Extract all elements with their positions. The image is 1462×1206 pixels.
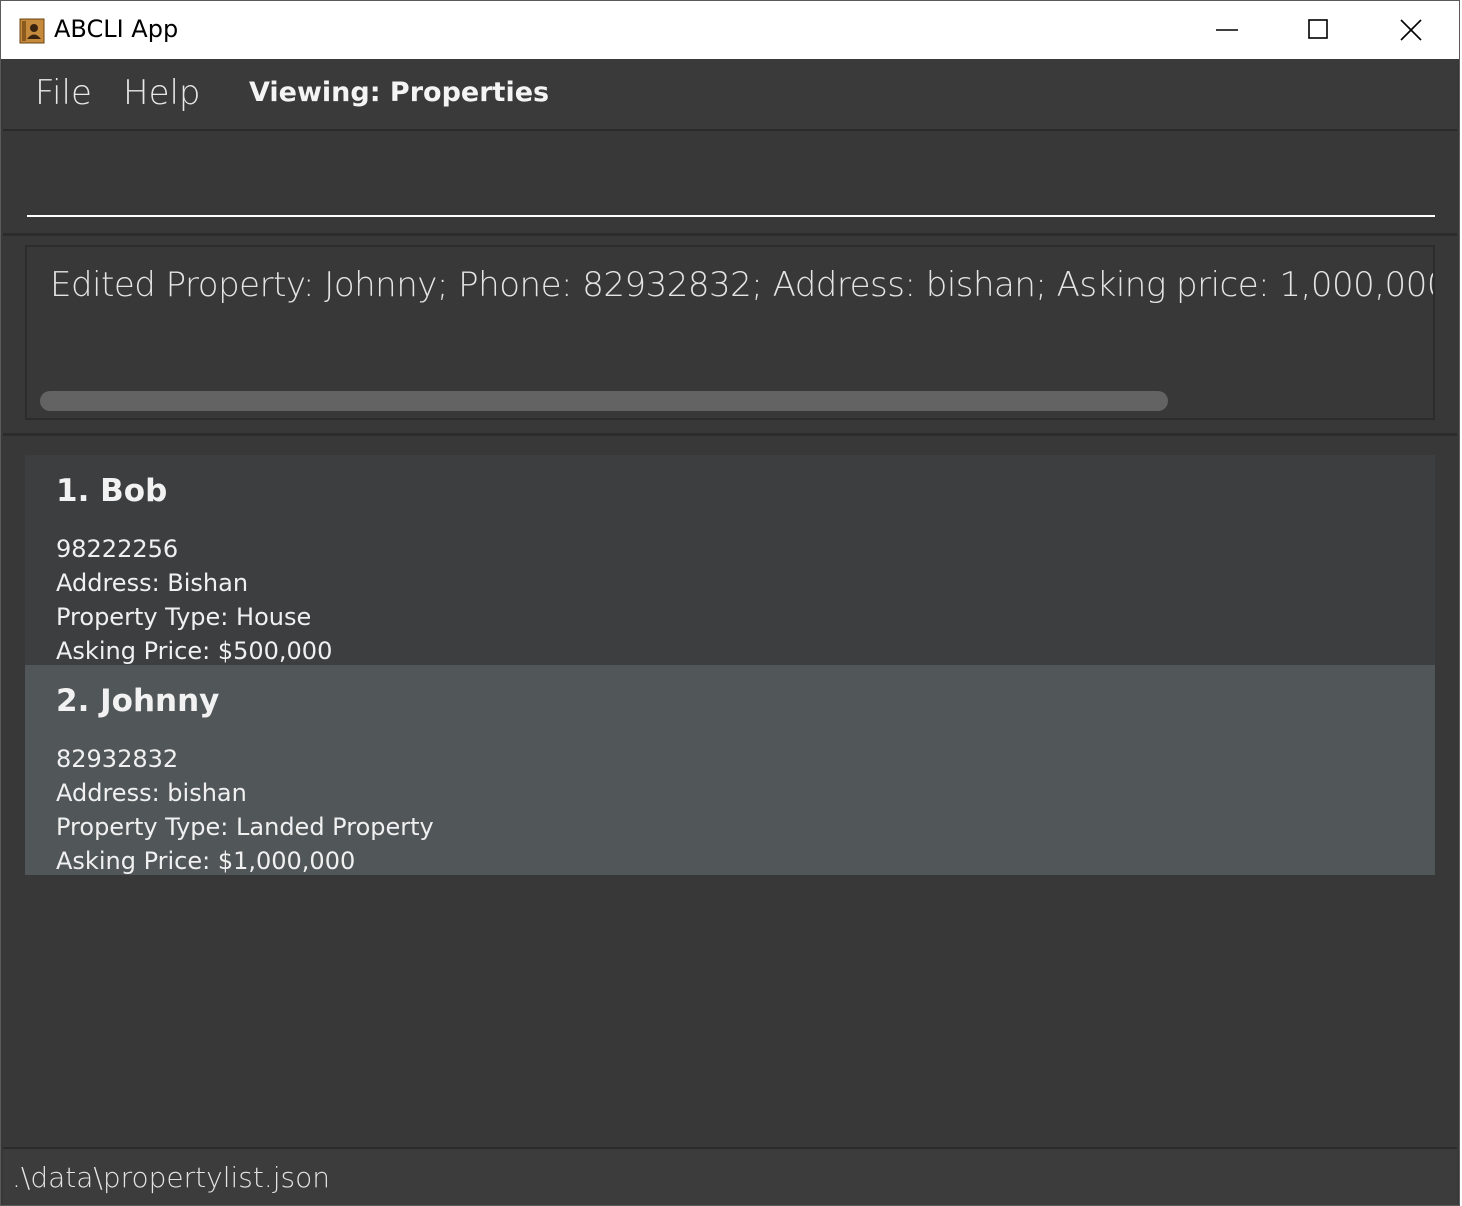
- close-icon: [1400, 19, 1422, 41]
- app-window: ABCLI App File Help Viewing: Properties: [0, 0, 1460, 1206]
- property-price: Asking Price: $500,000: [56, 637, 333, 665]
- property-address: Address: bishan: [56, 779, 247, 807]
- property-price: Asking Price: $1,000,000: [56, 847, 356, 875]
- maximize-button[interactable]: [1273, 1, 1365, 59]
- property-phone: 98222256: [56, 535, 179, 563]
- property-name: 2. Johnny: [56, 683, 220, 719]
- property-name: 1. Bob: [56, 473, 168, 509]
- title-bar[interactable]: ABCLI App: [1, 1, 1459, 59]
- command-input[interactable]: [27, 149, 1435, 217]
- property-type: Property Type: House: [56, 603, 312, 631]
- result-text: Edited Property: Johnny; Phone: 82932832…: [50, 265, 1433, 305]
- result-display: Edited Property: Johnny; Phone: 82932832…: [3, 237, 1457, 436]
- list-item[interactable]: 2. Johnny 82932832 Address: bishan Prope…: [25, 665, 1435, 875]
- data-file-path: .\data\propertylist.json: [12, 1161, 330, 1194]
- minimize-button[interactable]: [1181, 1, 1273, 59]
- menu-help[interactable]: Help: [123, 73, 201, 113]
- property-type: Property Type: Landed Property: [56, 813, 434, 841]
- property-list: 1. Bob 98222256 Address: Bishan Property…: [3, 437, 1457, 1145]
- contact-book-icon: [19, 18, 45, 44]
- horizontal-scrollbar[interactable]: [40, 391, 1168, 411]
- status-bar: .\data\propertylist.json: [3, 1147, 1457, 1205]
- command-box: [3, 131, 1457, 236]
- viewing-label: Viewing: Properties: [249, 77, 550, 108]
- menu-file[interactable]: File: [35, 73, 92, 113]
- list-item[interactable]: 1. Bob 98222256 Address: Bishan Property…: [25, 455, 1435, 665]
- window-title: ABCLI App: [54, 15, 179, 43]
- menu-bar: File Help Viewing: Properties: [3, 59, 1457, 131]
- maximize-icon: [1308, 19, 1328, 39]
- result-box: Edited Property: Johnny; Phone: 82932832…: [25, 245, 1435, 420]
- close-button[interactable]: [1365, 1, 1457, 59]
- property-address: Address: Bishan: [56, 569, 249, 597]
- property-phone: 82932832: [56, 745, 179, 773]
- minimize-icon: [1216, 29, 1238, 31]
